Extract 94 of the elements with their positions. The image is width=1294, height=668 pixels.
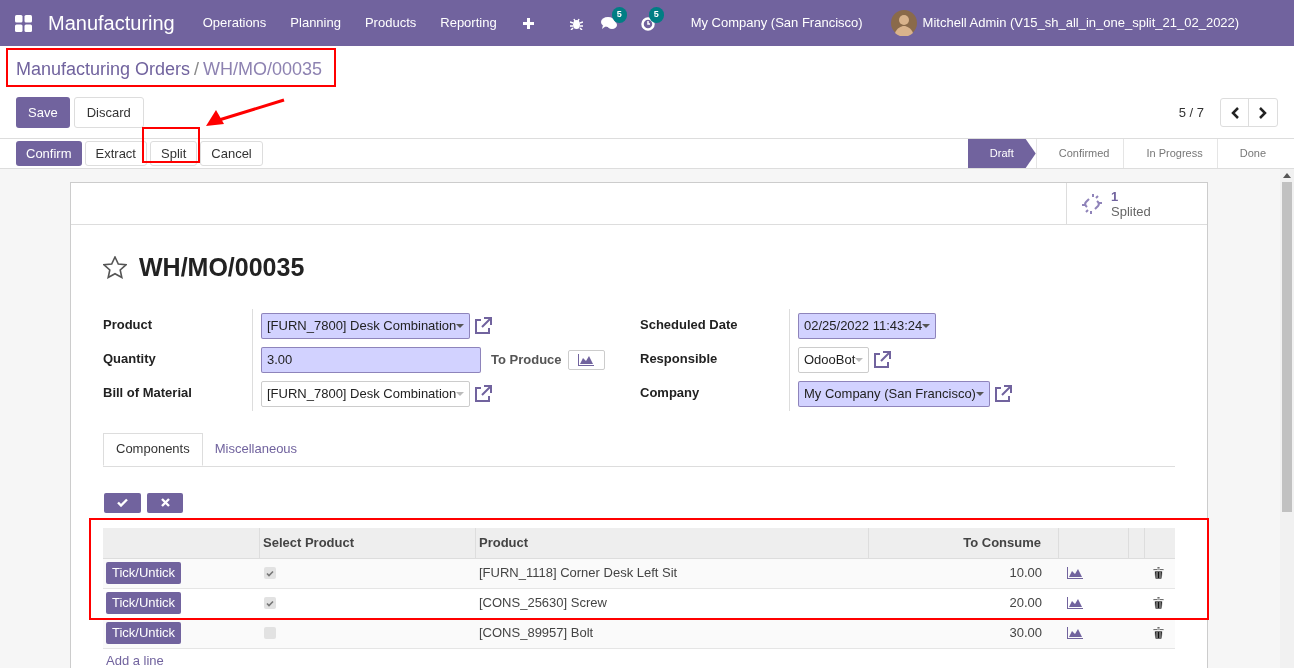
- select-field[interactable]: [FURN_7800] Desk Combination: [261, 380, 471, 407]
- user-menu[interactable]: Mitchell Admin (V15_sh_all_in_one_split_21_02_2022): [922, 13, 1240, 33]
- record-title: WH/MO/00035: [139, 252, 305, 283]
- add-line-link[interactable]: Add a line: [106, 650, 164, 668]
- tab[interactable]: Components: [103, 432, 203, 466]
- clock-icon[interactable]: [640, 17, 655, 31]
- menu-item[interactable]: Reporting: [428, 13, 509, 33]
- breadcrumb-current: WH/MO/00035: [203, 58, 323, 81]
- tick-untick-button[interactable]: Tick/Untick: [106, 562, 182, 584]
- tick-untick-button[interactable]: Tick/Untick: [106, 592, 182, 614]
- deselect-all-button[interactable]: [147, 492, 183, 513]
- menu-item[interactable]: Products: [352, 13, 429, 33]
- action-button[interactable]: Extract: [84, 141, 147, 166]
- app-name[interactable]: Manufacturing: [48, 8, 175, 38]
- chart-icon[interactable]: [1067, 567, 1083, 579]
- unit-label: To Produce: [491, 350, 562, 369]
- caret-icon: [922, 323, 931, 328]
- caret-icon: [855, 357, 864, 362]
- field-label: Responsible: [640, 350, 718, 366]
- scroll-up-icon[interactable]: [1283, 173, 1291, 178]
- status-stage[interactable]: Draft: [967, 139, 1036, 168]
- status-stage[interactable]: Done: [1216, 139, 1280, 168]
- external-link-icon[interactable]: [473, 383, 494, 404]
- column-header[interactable]: Select Product: [260, 527, 476, 558]
- forecast-button[interactable]: [567, 349, 605, 370]
- breadcrumb-separator: /: [194, 58, 200, 81]
- caret-icon: [975, 391, 984, 396]
- breadcrumb-link[interactable]: Manufacturing Orders: [16, 56, 191, 83]
- check-icon: [117, 498, 128, 507]
- table-cell-text: [FURN_1118] Corner Desk Left Sit: [478, 564, 679, 583]
- select-field[interactable]: OdooBot: [798, 346, 870, 373]
- highlight-frame: [142, 127, 200, 163]
- smart-button-count: 1: [1111, 188, 1119, 204]
- table-cell-text: [CONS_89957] Bolt: [478, 624, 595, 643]
- chevron-right-icon: [1259, 106, 1267, 119]
- table-cell-text: 10.00: [1008, 564, 1043, 583]
- checkbox[interactable]: [264, 597, 276, 609]
- field-label: Company: [640, 384, 700, 400]
- action-button[interactable]: Confirm: [16, 141, 82, 166]
- status-stage[interactable]: In Progress: [1123, 139, 1217, 168]
- trash-icon[interactable]: [1153, 567, 1164, 579]
- tab[interactable]: Miscellaneous: [202, 432, 310, 466]
- splited-smart-button[interactable]: 1 Splited: [1066, 183, 1179, 224]
- table-cell-text: 20.00: [1008, 594, 1043, 613]
- action-button[interactable]: Cancel: [200, 141, 263, 166]
- bug-icon[interactable]: [569, 16, 583, 30]
- star-icon[interactable]: [103, 256, 127, 280]
- avatar[interactable]: [890, 10, 917, 36]
- checkbox[interactable]: [264, 567, 276, 579]
- close-icon: [160, 498, 170, 507]
- input-field[interactable]: 3.00: [261, 346, 481, 373]
- column-header[interactable]: To Consume: [869, 527, 1059, 558]
- external-link-icon[interactable]: [872, 349, 893, 370]
- caret-icon: [456, 323, 465, 328]
- scrollbar[interactable]: [1280, 169, 1294, 668]
- caret-icon: [456, 391, 465, 396]
- broken-link-icon: [1081, 192, 1103, 215]
- table-cell-text: 30.00: [1008, 624, 1043, 643]
- select-field[interactable]: 02/25/2022 11:43:24: [798, 312, 937, 339]
- field-label: Scheduled Date: [640, 316, 738, 332]
- field-label: Quantity: [103, 350, 156, 366]
- select-all-button[interactable]: [104, 492, 141, 513]
- column-header[interactable]: Product: [476, 527, 869, 558]
- chart-icon[interactable]: [578, 353, 595, 366]
- notification-badge: 5: [648, 7, 664, 23]
- menu-item[interactable]: Operations: [190, 13, 279, 33]
- check-icon: [266, 599, 274, 607]
- notification-badge: 5: [611, 7, 627, 23]
- field-label: Bill of Material: [103, 384, 192, 400]
- field-label: Product: [103, 316, 153, 332]
- table-cell-text: [CONS_25630] Screw: [478, 594, 608, 613]
- pager-value: 5 / 7: [1178, 103, 1204, 122]
- chart-icon[interactable]: [1067, 597, 1083, 609]
- plus-icon[interactable]: [522, 17, 534, 29]
- smart-button-label: Splited: [1111, 203, 1151, 219]
- tick-untick-button[interactable]: Tick/Untick: [106, 622, 182, 644]
- discard-button[interactable]: Discard: [73, 97, 144, 128]
- external-link-icon[interactable]: [992, 383, 1013, 404]
- checkbox[interactable]: [264, 627, 276, 639]
- select-field[interactable]: My Company (San Francisco): [798, 380, 990, 407]
- check-icon: [266, 569, 274, 577]
- chevron-left-icon: [1230, 106, 1239, 119]
- chart-icon[interactable]: [1067, 627, 1083, 639]
- external-link-icon[interactable]: [473, 315, 494, 336]
- action-button[interactable]: Split: [150, 141, 198, 166]
- trash-icon[interactable]: [1153, 597, 1164, 609]
- company-switcher[interactable]: My Company (San Francisco): [690, 13, 863, 33]
- trash-icon[interactable]: [1153, 627, 1164, 639]
- menu-item[interactable]: Planning: [278, 13, 353, 33]
- save-button[interactable]: Save: [16, 97, 70, 128]
- status-stage[interactable]: Confirmed: [1035, 139, 1124, 168]
- apps-menu-icon[interactable]: [15, 14, 32, 32]
- select-field[interactable]: [FURN_7800] Desk Combination: [261, 312, 471, 339]
- chat-icon[interactable]: [600, 17, 617, 30]
